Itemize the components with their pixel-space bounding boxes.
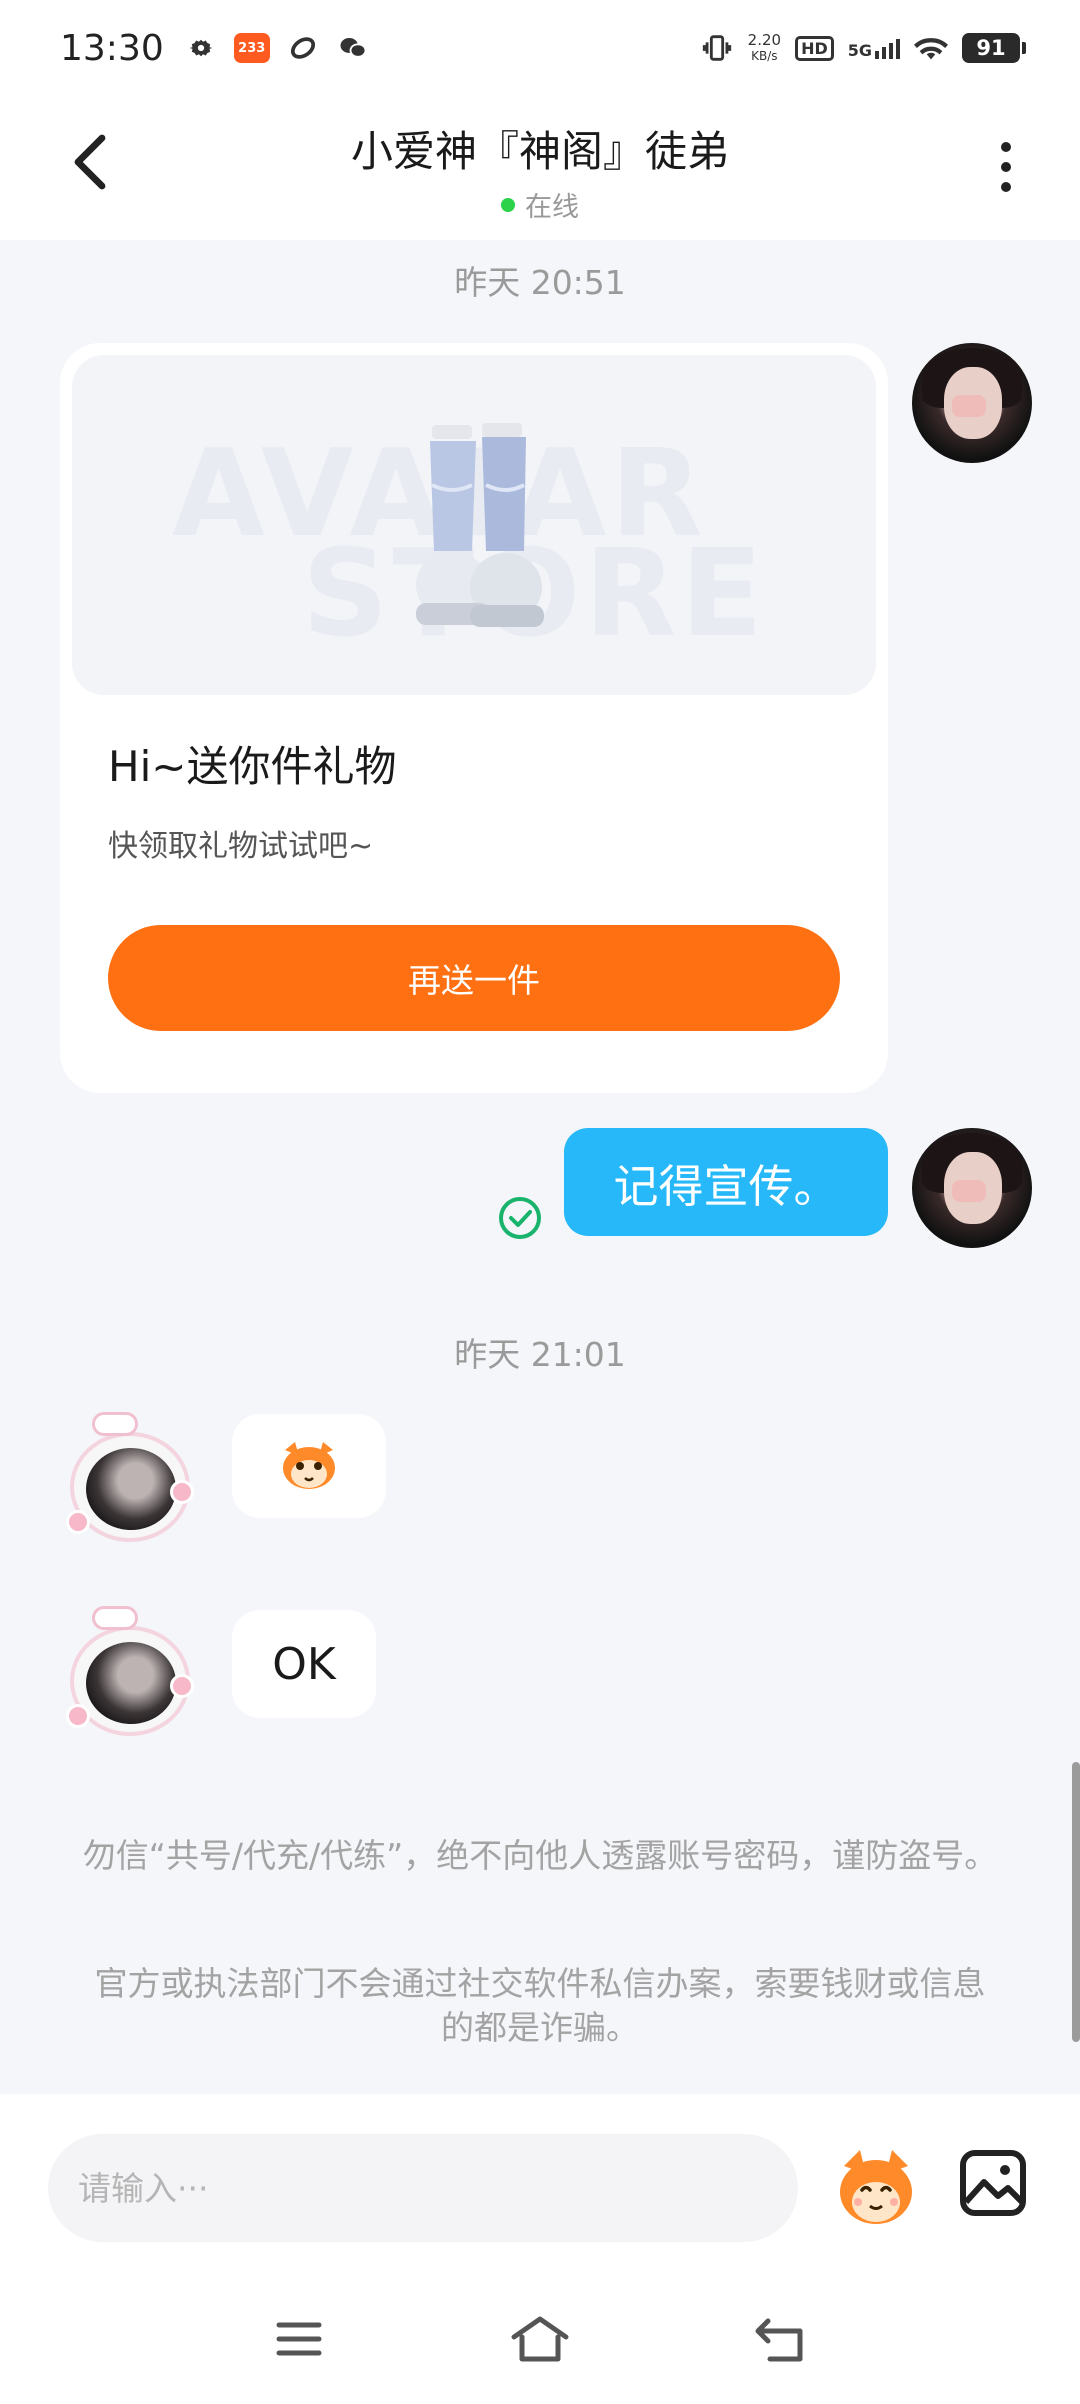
gift-title: Hi~送你件礼物 xyxy=(108,742,397,791)
notification-icons: 233 xyxy=(184,31,370,65)
my-avatar[interactable] xyxy=(912,343,1032,463)
contact-avatar[interactable] xyxy=(62,1606,202,1746)
emoji-button[interactable] xyxy=(832,2144,920,2232)
vibrate-icon xyxy=(700,31,734,65)
safety-notice: 官方或执法部门不会通过社交软件私信办案，索要钱财或信息的都是诈骗。 xyxy=(94,1964,986,2047)
home-icon xyxy=(511,2316,569,2362)
gift-card-message[interactable]: AVATAR STORE Hi~送你件礼物 快领取礼物试试吧~ 再送一件 xyxy=(60,343,888,1093)
status-time: 13:30 xyxy=(60,27,164,69)
send-again-button[interactable]: 再送一件 xyxy=(108,925,840,1031)
sent-message-bubble[interactable]: 记得宣传。 xyxy=(564,1128,888,1236)
chat-header: 小爱神『神阁』徒弟 在线 xyxy=(0,96,1080,240)
jeans-shoes-image xyxy=(416,423,544,627)
squirrel-sticker-icon xyxy=(283,1442,335,1489)
wifi-icon xyxy=(914,31,948,65)
menu-nav-button[interactable] xyxy=(264,2304,334,2374)
squirrel-emoji-icon xyxy=(840,2150,912,2224)
read-check-icon xyxy=(498,1196,542,1240)
timestamp: 昨天 21:01 xyxy=(454,1335,626,1374)
more-dot-icon xyxy=(1001,162,1011,172)
contact-avatar[interactable] xyxy=(62,1412,202,1552)
my-avatar[interactable] xyxy=(912,1128,1032,1248)
system-status-icons: 2.20 KB/s HD 5G 91 xyxy=(700,31,1026,65)
input-bar xyxy=(0,2094,1080,2404)
received-sticker-bubble[interactable] xyxy=(232,1414,386,1518)
app-233-icon: 233 xyxy=(233,33,270,63)
settings-gear-icon xyxy=(184,31,218,65)
signal-5g-icon: 5G xyxy=(848,37,900,59)
timestamp: 昨天 20:51 xyxy=(454,263,626,302)
contact-info[interactable]: 小爱神『神阁』徒弟 在线 xyxy=(0,118,1080,224)
status-bar: 13:30 233 2.20 KB/s HD 5G 91 xyxy=(0,0,1080,96)
system-nav-bar xyxy=(0,2284,1080,2404)
more-dot-icon xyxy=(1001,182,1011,192)
contact-name: 小爱神『神阁』徒弟 xyxy=(350,127,729,176)
ring-app-icon xyxy=(286,31,320,65)
back-nav-button[interactable] xyxy=(745,2304,815,2374)
menu-icon xyxy=(276,2322,322,2356)
online-status: 在线 xyxy=(0,185,1080,224)
gift-subtitle: 快领取礼物试试吧~ xyxy=(108,829,374,864)
network-speed: 2.20 KB/s xyxy=(747,31,782,63)
more-options-button[interactable] xyxy=(976,132,1036,202)
home-nav-button[interactable] xyxy=(505,2304,575,2374)
image-picker-button[interactable] xyxy=(958,2148,1028,2218)
message-input[interactable] xyxy=(48,2134,798,2242)
received-message-bubble[interactable]: OK xyxy=(232,1610,376,1718)
safety-notice: 勿信“共号/代充/代练”，绝不向他人透露账号密码，谨防盗号。 xyxy=(82,1836,998,1875)
more-dot-icon xyxy=(1001,142,1011,152)
battery-icon: 91 xyxy=(962,33,1026,63)
wechat-icon xyxy=(336,31,370,65)
scrollbar[interactable] xyxy=(1072,1762,1080,2042)
image-icon xyxy=(960,2150,1026,2216)
return-icon xyxy=(755,2318,803,2362)
gift-image: AVATAR STORE xyxy=(72,355,876,695)
online-dot-icon xyxy=(501,197,515,212)
online-status-label: 在线 xyxy=(525,192,579,223)
hd-icon: HD xyxy=(795,35,834,61)
